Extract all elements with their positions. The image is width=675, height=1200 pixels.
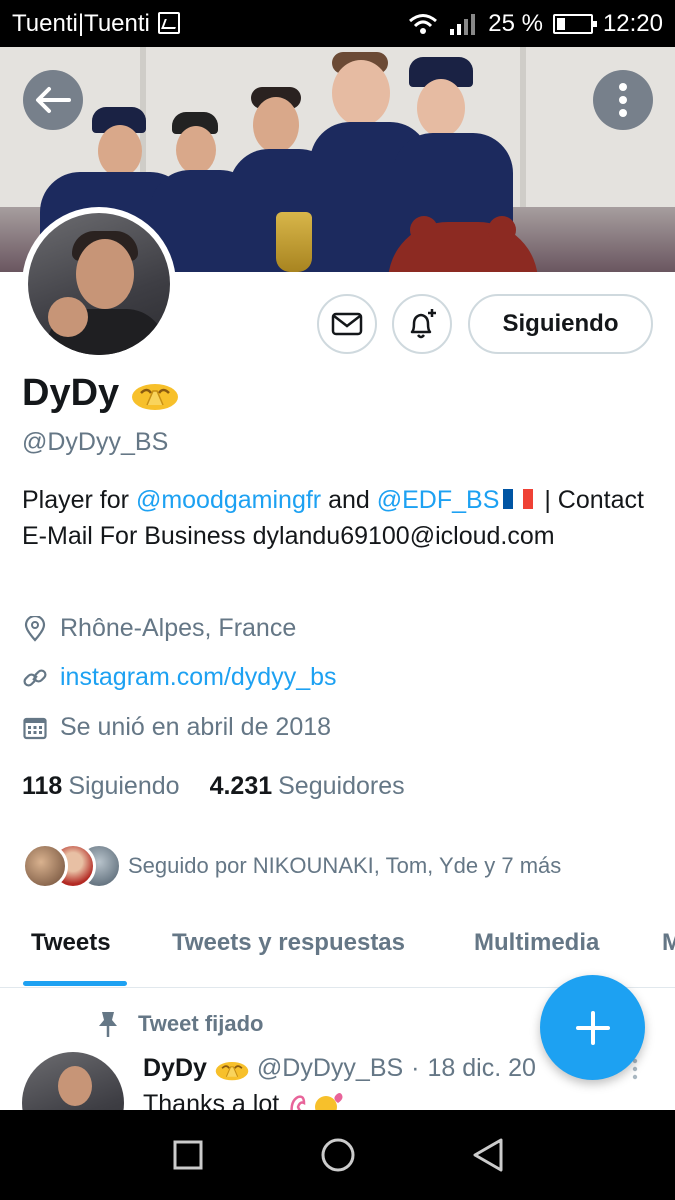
mention-link[interactable]: @EDF_BS: [377, 486, 500, 514]
battery-percent: 25 %: [488, 10, 543, 37]
followed-by[interactable]: Seguido por NIKOUNAKI, Tom, Yde y 7 más: [22, 843, 561, 889]
system-back-button[interactable]: [468, 1135, 508, 1175]
user-handle: @DyDyy_BS: [22, 428, 169, 456]
compose-tweet-button[interactable]: [540, 975, 645, 1080]
home-button[interactable]: [318, 1135, 358, 1175]
followed-by-text: Seguido por NIKOUNAKI, Tom, Yde y 7 más: [128, 853, 562, 878]
link-icon: [22, 665, 48, 691]
followers-count[interactable]: 4.231 Seguidores: [210, 772, 405, 801]
trophy: [276, 212, 312, 272]
back-button[interactable]: [23, 70, 83, 130]
calendar-icon: [22, 715, 48, 741]
arrow-left-icon: [36, 87, 71, 113]
tweet-header: DyDy @DyDyy_BS · 18 dic. 20: [143, 1054, 536, 1083]
tab-likes[interactable]: M: [662, 929, 675, 957]
signal-icon: [450, 14, 476, 35]
mention-link[interactable]: @moodgamingfr: [136, 486, 321, 514]
website-row[interactable]: instagram.com/dydyy_bs: [22, 663, 337, 692]
message-button[interactable]: [317, 294, 377, 354]
separator: ·: [411, 1054, 420, 1082]
pray-emoji-icon: [132, 383, 179, 410]
tab-tweets[interactable]: Tweets: [31, 929, 111, 957]
wifi-icon: [409, 14, 438, 34]
battery-icon: [552, 14, 597, 34]
avatar: [22, 843, 68, 889]
tweet-author-name[interactable]: DyDy: [143, 1054, 207, 1083]
pinned-label: Tweet fijado: [138, 1011, 264, 1036]
bio-text: Player for: [22, 486, 136, 514]
more-options-button[interactable]: [593, 70, 653, 130]
more-vertical-icon: [619, 83, 627, 117]
follower-avatars: [22, 843, 122, 889]
bio-text: and: [321, 486, 377, 514]
mail-icon: [331, 312, 363, 336]
carrier-name: Tuenti|Tuenti: [12, 10, 150, 37]
circle-icon: [321, 1138, 355, 1172]
name-row: DyDy: [22, 372, 179, 415]
profile-tabs: Tweets Tweets y respuestas Multimedia M: [0, 915, 675, 988]
tweet-date: 18 dic. 20: [427, 1054, 536, 1082]
notifications-button[interactable]: [392, 294, 452, 354]
location-row: Rhône-Alpes, France: [22, 614, 296, 643]
following-count[interactable]: 118 Siguiendo: [22, 772, 180, 801]
tab-media[interactable]: Multimedia: [474, 929, 599, 957]
status-right: 25 % 12:20: [408, 10, 663, 38]
location-pin-icon: [22, 615, 48, 642]
tweet-author-handle: @DyDyy_BS: [256, 1054, 404, 1082]
status-bar: Tuenti|Tuenti 25 % 12:20: [0, 0, 675, 47]
active-tab-indicator: [23, 981, 127, 986]
square-icon: [173, 1140, 203, 1170]
pinned-label-row: Tweet fijado: [96, 1010, 264, 1038]
image-notification-icon: [158, 12, 180, 34]
profile-avatar[interactable]: [22, 207, 176, 361]
tab-tweets-and-replies[interactable]: Tweets y respuestas: [172, 929, 405, 957]
clock: 12:20: [602, 10, 663, 37]
bell-plus-icon: [410, 309, 436, 339]
location-text: Rhône-Alpes, France: [60, 614, 297, 642]
bio: Player for @moodgamingfr and @EDF_BS | C…: [22, 482, 652, 554]
pray-emoji-icon: [215, 1061, 249, 1080]
display-name: DyDy: [22, 372, 120, 414]
plus-icon: [575, 1010, 610, 1045]
joined-row: Se unió en abril de 2018: [22, 713, 331, 742]
following-button[interactable]: Siguiendo: [468, 294, 653, 354]
follow-counts: 118 Siguiendo 4.231 Seguidores: [22, 772, 405, 801]
website-link[interactable]: instagram.com/dydyy_bs: [60, 663, 337, 692]
teddy-bear: [388, 216, 538, 272]
triangle-back-icon: [473, 1138, 503, 1172]
system-nav-bar: [0, 1110, 675, 1200]
recent-apps-button[interactable]: [168, 1135, 208, 1175]
joined-text: Se unió en abril de 2018: [60, 713, 332, 741]
pin-icon: [99, 1012, 117, 1037]
france-flag-icon: [503, 489, 534, 510]
